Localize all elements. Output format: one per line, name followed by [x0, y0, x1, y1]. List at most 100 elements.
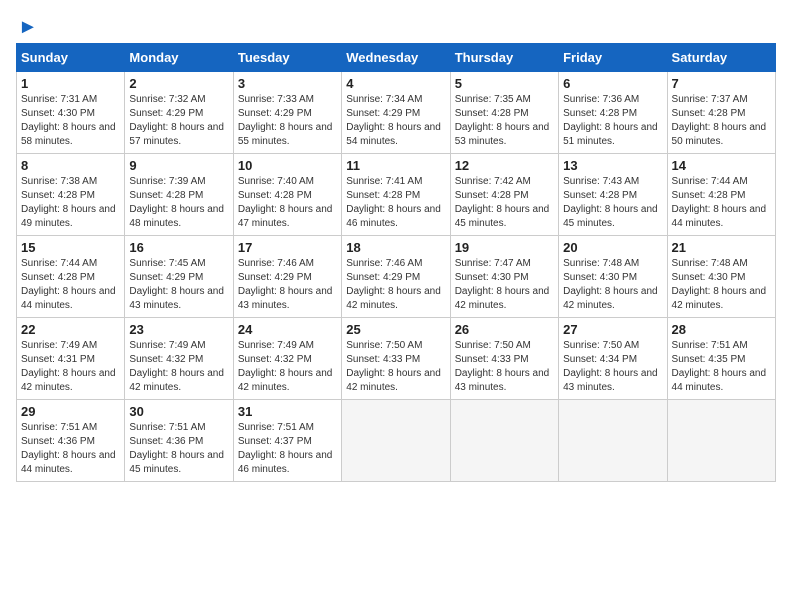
table-row: 1 Sunrise: 7:31 AMSunset: 4:30 PMDaylight…: [17, 72, 125, 154]
day-number: 7: [672, 76, 771, 91]
day-number: 4: [346, 76, 445, 91]
table-row: 18 Sunrise: 7:46 AMSunset: 4:29 PMDayligh…: [342, 236, 450, 318]
day-number: 19: [455, 240, 554, 255]
table-row: 10 Sunrise: 7:40 AMSunset: 4:28 PMDayligh…: [233, 154, 341, 236]
column-header-monday: Monday: [125, 44, 233, 72]
table-row: 31 Sunrise: 7:51 AMSunset: 4:37 PMDayligh…: [233, 400, 341, 482]
day-info: Sunrise: 7:49 AMSunset: 4:32 PMDaylight:…: [129, 339, 228, 395]
calendar-week-row: 15 Sunrise: 7:44 AMSunset: 4:28 PMDayligh…: [17, 236, 776, 318]
day-info: Sunrise: 7:31 AMSunset: 4:30 PMDaylight:…: [21, 93, 120, 149]
day-info: Sunrise: 7:38 AMSunset: 4:28 PMDaylight:…: [21, 175, 120, 231]
column-header-thursday: Thursday: [450, 44, 558, 72]
calendar-week-row: 22 Sunrise: 7:49 AMSunset: 4:31 PMDayligh…: [17, 318, 776, 400]
calendar-week-row: 29 Sunrise: 7:51 AMSunset: 4:36 PMDayligh…: [17, 400, 776, 482]
column-header-saturday: Saturday: [667, 44, 775, 72]
day-info: Sunrise: 7:51 AMSunset: 4:37 PMDaylight:…: [238, 421, 337, 477]
day-info: Sunrise: 7:50 AMSunset: 4:33 PMDaylight:…: [455, 339, 554, 395]
calendar-header-row: SundayMondayTuesdayWednesdayThursdayFrid…: [17, 44, 776, 72]
table-row: 14 Sunrise: 7:44 AMSunset: 4:28 PMDayligh…: [667, 154, 775, 236]
table-row: 19 Sunrise: 7:47 AMSunset: 4:30 PMDayligh…: [450, 236, 558, 318]
day-info: Sunrise: 7:47 AMSunset: 4:30 PMDaylight:…: [455, 257, 554, 313]
table-row: 2 Sunrise: 7:32 AMSunset: 4:29 PMDaylight…: [125, 72, 233, 154]
table-row: 5Sunrise: 7:35 AMSunset: 4:28 PMDaylight…: [450, 72, 558, 154]
day-number: 1: [21, 76, 120, 91]
day-number: 2: [129, 76, 228, 91]
day-number: 26: [455, 322, 554, 337]
table-row: 7 Sunrise: 7:37 AMSunset: 4:28 PMDaylight…: [667, 72, 775, 154]
table-row: 24 Sunrise: 7:49 AMSunset: 4:32 PMDayligh…: [233, 318, 341, 400]
table-row: 11Sunrise: 7:41 AMSunset: 4:28 PMDayligh…: [342, 154, 450, 236]
day-number: 22: [21, 322, 120, 337]
day-number: 11: [346, 158, 445, 173]
day-info: Sunrise: 7:51 AMSunset: 4:35 PMDaylight:…: [672, 339, 771, 395]
day-number: 3: [238, 76, 337, 91]
day-info: Sunrise: 7:33 AMSunset: 4:29 PMDaylight:…: [238, 93, 337, 149]
day-info: Sunrise: 7:50 AMSunset: 4:34 PMDaylight:…: [563, 339, 662, 395]
table-row: [667, 400, 775, 482]
day-number: 10: [238, 158, 337, 173]
calendar-week-row: 1 Sunrise: 7:31 AMSunset: 4:30 PMDaylight…: [17, 72, 776, 154]
day-number: 15: [21, 240, 120, 255]
day-number: 21: [672, 240, 771, 255]
day-number: 24: [238, 322, 337, 337]
table-row: 26 Sunrise: 7:50 AMSunset: 4:33 PMDayligh…: [450, 318, 558, 400]
day-number: 16: [129, 240, 228, 255]
day-info: Sunrise: 7:45 AMSunset: 4:29 PMDaylight:…: [129, 257, 228, 313]
column-header-wednesday: Wednesday: [342, 44, 450, 72]
day-number: 28: [672, 322, 771, 337]
day-number: 12: [455, 158, 554, 173]
table-row: 22 Sunrise: 7:49 AMSunset: 4:31 PMDayligh…: [17, 318, 125, 400]
day-number: 5: [455, 76, 554, 91]
day-info: Sunrise: 7:34 AMSunset: 4:29 PMDaylight:…: [346, 93, 445, 149]
table-row: 23 Sunrise: 7:49 AMSunset: 4:32 PMDayligh…: [125, 318, 233, 400]
table-row: 30 Sunrise: 7:51 AMSunset: 4:36 PMDayligh…: [125, 400, 233, 482]
table-row: 17 Sunrise: 7:46 AMSunset: 4:29 PMDayligh…: [233, 236, 341, 318]
day-info: Sunrise: 7:39 AMSunset: 4:28 PMDaylight:…: [129, 175, 228, 231]
day-info: Sunrise: 7:36 AMSunset: 4:28 PMDaylight:…: [563, 93, 662, 149]
day-number: 8: [21, 158, 120, 173]
day-number: 13: [563, 158, 662, 173]
day-info: Sunrise: 7:40 AMSunset: 4:28 PMDaylight:…: [238, 175, 337, 231]
column-header-friday: Friday: [559, 44, 667, 72]
day-number: 23: [129, 322, 228, 337]
day-info: Sunrise: 7:51 AMSunset: 4:36 PMDaylight:…: [21, 421, 120, 477]
day-info: Sunrise: 7:46 AMSunset: 4:29 PMDaylight:…: [346, 257, 445, 313]
table-row: 9 Sunrise: 7:39 AMSunset: 4:28 PMDaylight…: [125, 154, 233, 236]
day-info: Sunrise: 7:43 AMSunset: 4:28 PMDaylight:…: [563, 175, 662, 231]
table-row: 21 Sunrise: 7:48 AMSunset: 4:30 PMDayligh…: [667, 236, 775, 318]
calendar-table: SundayMondayTuesdayWednesdayThursdayFrid…: [16, 43, 776, 482]
page-header: ►: [16, 16, 776, 33]
table-row: [559, 400, 667, 482]
table-row: 27 Sunrise: 7:50 AMSunset: 4:34 PMDayligh…: [559, 318, 667, 400]
day-number: 25: [346, 322, 445, 337]
table-row: 6Sunrise: 7:36 AMSunset: 4:28 PMDaylight…: [559, 72, 667, 154]
logo: ►: [16, 16, 38, 33]
day-info: Sunrise: 7:48 AMSunset: 4:30 PMDaylight:…: [672, 257, 771, 313]
day-number: 29: [21, 404, 120, 419]
day-info: Sunrise: 7:37 AMSunset: 4:28 PMDaylight:…: [672, 93, 771, 149]
day-info: Sunrise: 7:49 AMSunset: 4:32 PMDaylight:…: [238, 339, 337, 395]
day-info: Sunrise: 7:46 AMSunset: 4:29 PMDaylight:…: [238, 257, 337, 313]
calendar-week-row: 8 Sunrise: 7:38 AMSunset: 4:28 PMDaylight…: [17, 154, 776, 236]
table-row: 25 Sunrise: 7:50 AMSunset: 4:33 PMDayligh…: [342, 318, 450, 400]
table-row: 3 Sunrise: 7:33 AMSunset: 4:29 PMDaylight…: [233, 72, 341, 154]
table-row: 13 Sunrise: 7:43 AMSunset: 4:28 PMDayligh…: [559, 154, 667, 236]
day-number: 31: [238, 404, 337, 419]
day-number: 18: [346, 240, 445, 255]
day-number: 9: [129, 158, 228, 173]
table-row: 29 Sunrise: 7:51 AMSunset: 4:36 PMDayligh…: [17, 400, 125, 482]
table-row: 28 Sunrise: 7:51 AMSunset: 4:35 PMDayligh…: [667, 318, 775, 400]
column-header-tuesday: Tuesday: [233, 44, 341, 72]
day-info: Sunrise: 7:50 AMSunset: 4:33 PMDaylight:…: [346, 339, 445, 395]
day-info: Sunrise: 7:44 AMSunset: 4:28 PMDaylight:…: [672, 175, 771, 231]
day-info: Sunrise: 7:51 AMSunset: 4:36 PMDaylight:…: [129, 421, 228, 477]
day-info: Sunrise: 7:48 AMSunset: 4:30 PMDaylight:…: [563, 257, 662, 313]
day-number: 17: [238, 240, 337, 255]
day-info: Sunrise: 7:32 AMSunset: 4:29 PMDaylight:…: [129, 93, 228, 149]
day-info: Sunrise: 7:44 AMSunset: 4:28 PMDaylight:…: [21, 257, 120, 313]
column-header-sunday: Sunday: [17, 44, 125, 72]
day-number: 30: [129, 404, 228, 419]
day-number: 14: [672, 158, 771, 173]
day-number: 27: [563, 322, 662, 337]
day-info: Sunrise: 7:49 AMSunset: 4:31 PMDaylight:…: [21, 339, 120, 395]
